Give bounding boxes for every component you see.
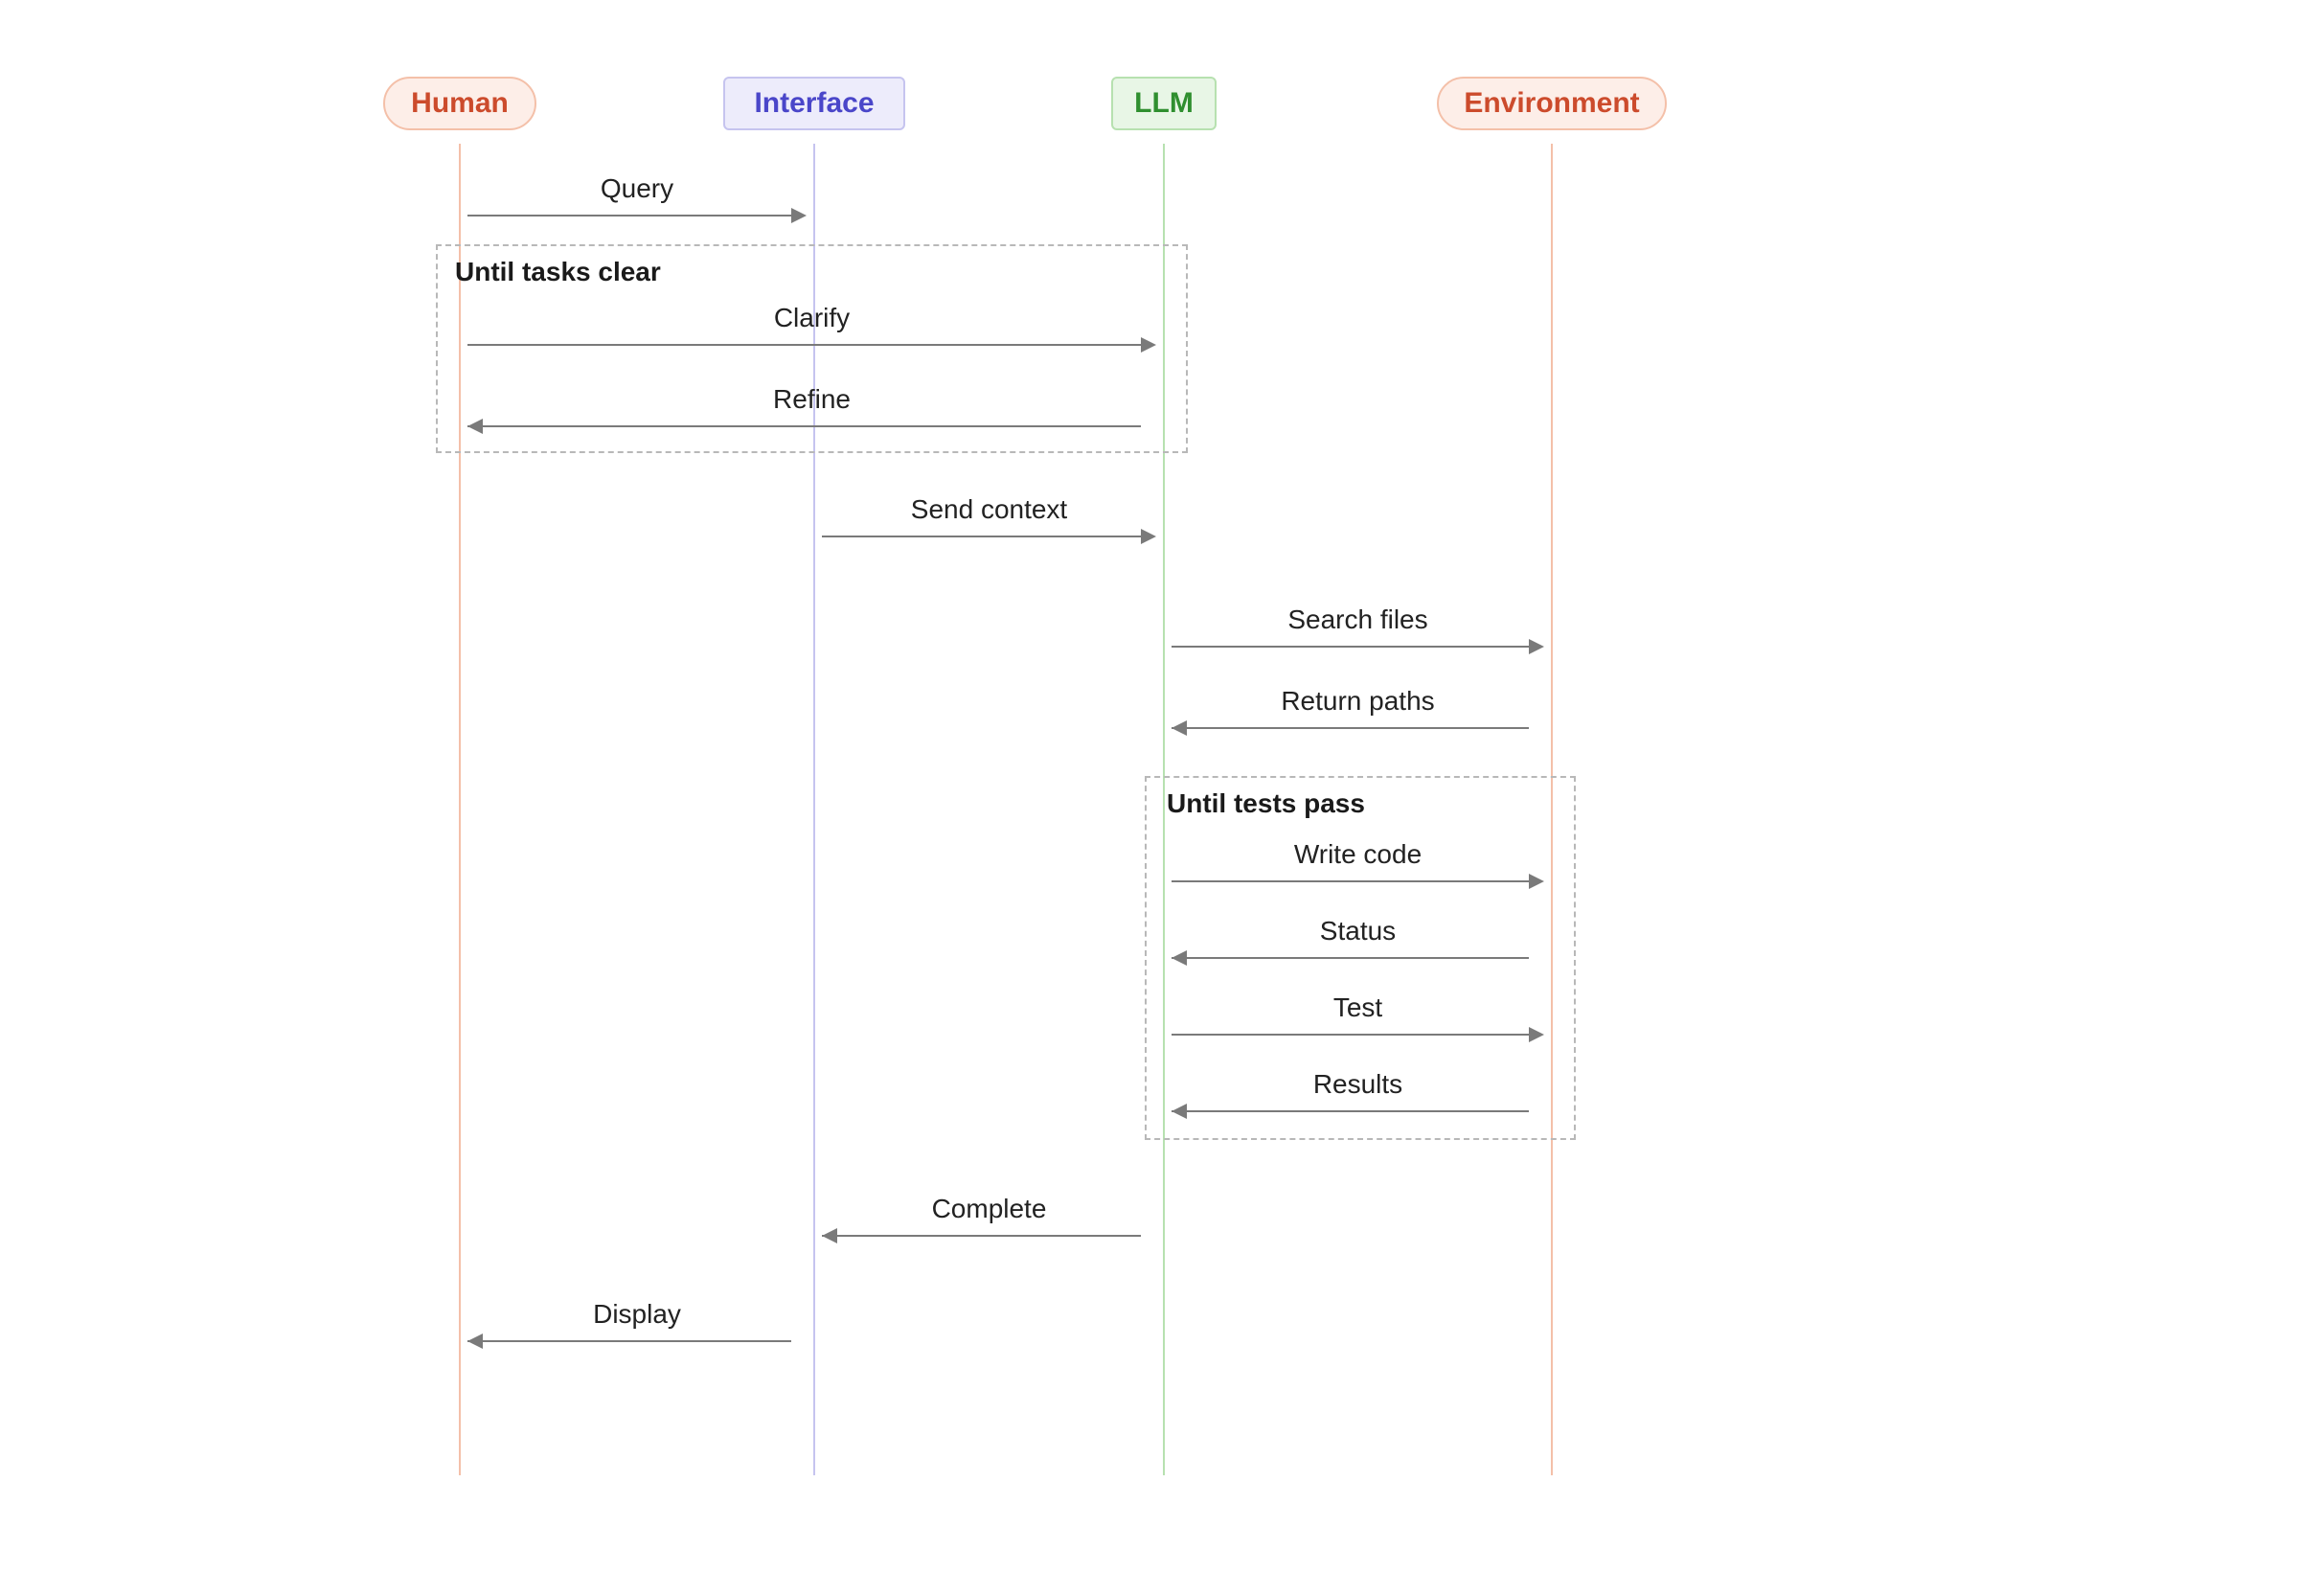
message-query: Query <box>493 173 781 204</box>
arrow-line-query <box>467 215 791 217</box>
arrow-line-refine <box>467 425 1141 427</box>
arrow-line-status <box>1172 957 1529 959</box>
arrow-head-test <box>1529 1027 1544 1042</box>
message-clarify: Clarify <box>669 303 956 333</box>
message-display: Display <box>493 1299 781 1330</box>
arrow-head-search-files <box>1529 639 1544 654</box>
loop-tests-pass-title: Until tests pass <box>1167 788 1365 819</box>
arrow-line-clarify <box>467 344 1141 346</box>
message-send-context: Send context <box>846 494 1133 525</box>
arrow-head-send-context <box>1141 529 1156 544</box>
message-search-files: Search files <box>1215 604 1502 635</box>
participant-environment: Environment <box>1437 77 1667 130</box>
arrow-head-complete <box>822 1228 837 1243</box>
arrow-line-send-context <box>822 536 1141 537</box>
message-refine: Refine <box>669 384 956 415</box>
arrow-line-display <box>467 1340 791 1342</box>
arrow-line-test <box>1172 1034 1529 1036</box>
participant-human: Human <box>383 77 536 130</box>
participant-llm: LLM <box>1111 77 1217 130</box>
sequence-diagram: Until tasks clear Until tests pass Human… <box>0 0 2299 1596</box>
arrow-line-write-code <box>1172 880 1529 882</box>
arrow-head-results <box>1172 1104 1187 1119</box>
arrow-head-write-code <box>1529 874 1544 889</box>
arrow-line-results <box>1172 1110 1529 1112</box>
arrow-head-query <box>791 208 807 223</box>
message-results: Results <box>1215 1069 1502 1100</box>
arrow-head-status <box>1172 950 1187 966</box>
message-write-code: Write code <box>1215 839 1502 870</box>
participant-environment-label: Environment <box>1464 87 1639 120</box>
arrow-line-complete <box>822 1235 1141 1237</box>
message-return-paths: Return paths <box>1215 686 1502 717</box>
arrow-head-clarify <box>1141 337 1156 353</box>
participant-interface-label: Interface <box>754 87 874 120</box>
arrow-head-refine <box>467 419 483 434</box>
arrow-head-return-paths <box>1172 720 1187 736</box>
participant-interface: Interface <box>723 77 905 130</box>
arrow-head-display <box>467 1334 483 1349</box>
loop-tasks-clear-title: Until tasks clear <box>455 257 661 287</box>
arrow-line-search-files <box>1172 646 1529 648</box>
message-test: Test <box>1215 992 1502 1023</box>
participant-llm-label: LLM <box>1134 87 1194 120</box>
message-status: Status <box>1215 916 1502 946</box>
arrow-line-return-paths <box>1172 727 1529 729</box>
participant-human-label: Human <box>411 87 509 120</box>
message-complete: Complete <box>846 1194 1133 1224</box>
